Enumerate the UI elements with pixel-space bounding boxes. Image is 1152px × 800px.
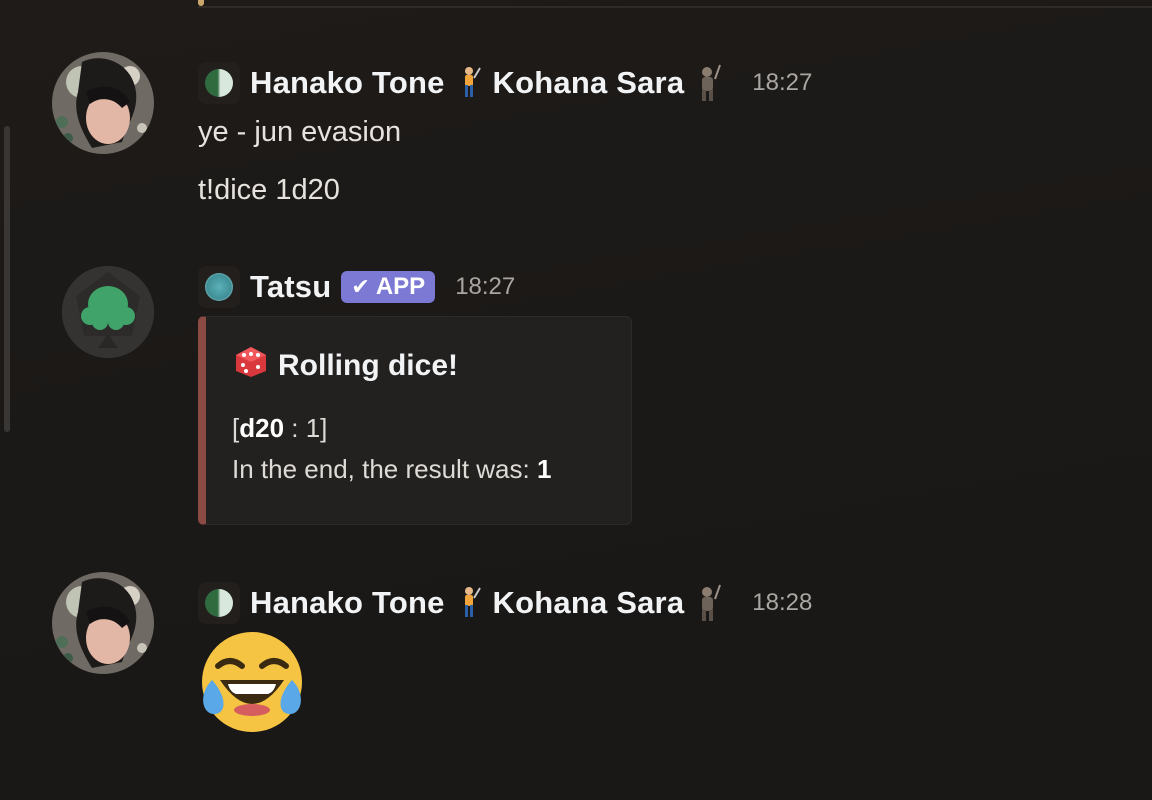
app-badge: ✔ APP (341, 271, 436, 303)
role-icon (198, 62, 240, 104)
roll-rest: : 1] (284, 413, 328, 443)
result-prefix: In the end, the result was: (232, 454, 537, 484)
username-alt[interactable]: Kohana Sara (493, 585, 685, 621)
badge-label: APP (375, 273, 426, 300)
timestamp[interactable]: 18:27 (752, 69, 812, 97)
avatar-hanako[interactable] (52, 572, 154, 674)
username-alt[interactable]: Kohana Sara (493, 65, 685, 101)
reaction-stub (198, 0, 204, 6)
embed-title: Rolling dice! (234, 345, 458, 387)
message-header: Hanako Tone Kohana Sara 18:28 (198, 582, 812, 624)
roll-die: d20 (239, 413, 285, 443)
dice-icon (234, 345, 268, 387)
scroll-thumb[interactable] (4, 126, 10, 432)
username[interactable]: Hanako Tone (250, 585, 445, 621)
role-icon (198, 582, 240, 624)
message-text: t!dice 1d20 (198, 174, 340, 206)
embed-title-text: Rolling dice! (278, 349, 458, 382)
character-icon (692, 584, 724, 621)
message-text: ye - jun evasion (198, 116, 402, 148)
result-value: 1 (536, 454, 552, 484)
username[interactable]: Tatsu (250, 269, 331, 305)
message-header: Hanako Tone Kohana Sara 18:27 (198, 62, 812, 104)
role-icon (198, 266, 240, 308)
timestamp[interactable]: 18:27 (455, 273, 515, 301)
laughing-crying-face-icon[interactable] (198, 628, 306, 736)
checkmark-icon: ✔ (351, 274, 370, 299)
golfer-icon (453, 65, 485, 101)
avatar-hanako[interactable] (52, 52, 154, 154)
scrollbar[interactable] (0, 0, 14, 800)
previous-message-divider (198, 0, 1152, 8)
roll-result: In the end, the result was: 1 (232, 454, 551, 485)
character-icon (692, 64, 724, 101)
embed-card: Rolling dice! [d20 : 1] In the end, the … (198, 316, 632, 525)
message-header: Tatsu ✔ APP 18:27 (198, 266, 515, 308)
roll-detail: [d20 : 1] (232, 413, 327, 444)
timestamp[interactable]: 18:28 (752, 589, 812, 617)
username[interactable]: Hanako Tone (250, 65, 445, 101)
avatar-tatsu[interactable] (62, 266, 154, 358)
golfer-icon (453, 585, 485, 621)
